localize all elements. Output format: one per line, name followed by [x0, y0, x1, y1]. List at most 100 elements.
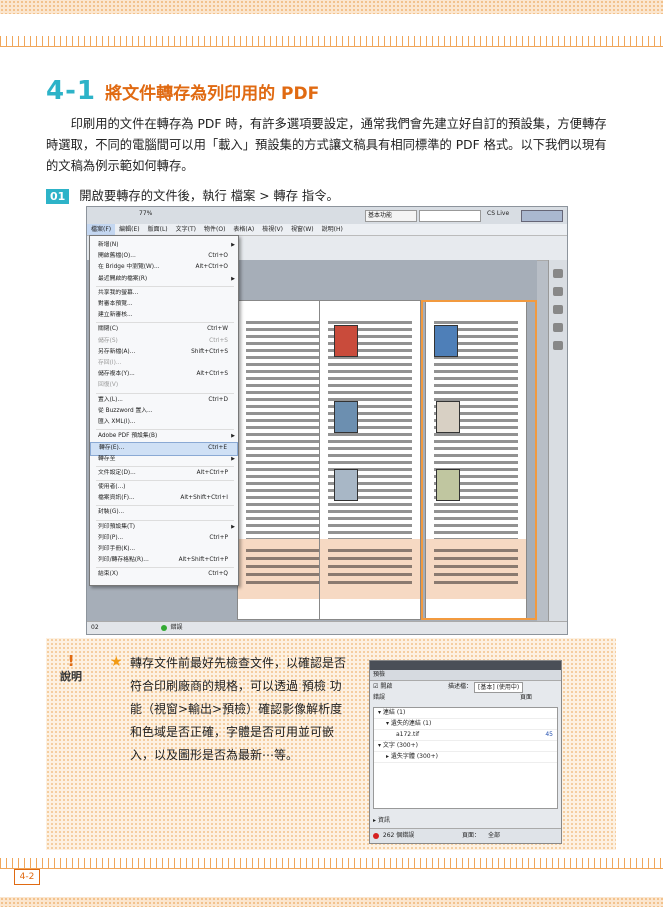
- preflight-tree-item[interactable]: ▸ 遺失字體 (300+): [374, 752, 557, 763]
- step-instruction: 01 開啟要轉存的文件後，執行 檔案 > 轉存 指令。: [46, 186, 339, 204]
- file-menu-item[interactable]: 共享我的螢幕...: [90, 288, 238, 299]
- search-input[interactable]: [419, 210, 481, 222]
- file-menu-item[interactable]: 對審本預覽...: [90, 299, 238, 310]
- profile-select[interactable]: [基本] (使用中): [474, 682, 524, 693]
- menu-item-label: 列印(P)...: [98, 534, 124, 541]
- pages-all-radio[interactable]: 全部: [488, 829, 500, 843]
- info-label[interactable]: 資訊: [378, 817, 390, 824]
- col-error-header[interactable]: 錯誤: [373, 694, 385, 701]
- menubar-item[interactable]: 版面(L): [144, 224, 172, 235]
- menu-item-label: 置入(L)...: [98, 396, 123, 403]
- menu-item-shortcut: Alt+Shift+Ctrl+P: [178, 557, 228, 564]
- preflight-tree-item[interactable]: ▾ 連結 (1): [374, 708, 557, 719]
- file-menu-item[interactable]: 列印/轉存格點(R)... Alt+Shift+Ctrl+P: [90, 555, 238, 566]
- file-menu-item[interactable]: 檔案資訊(F)... Alt+Shift+Ctrl+I: [90, 493, 238, 504]
- pages-icon[interactable]: [553, 269, 563, 278]
- menubar-item[interactable]: 表格(A): [229, 224, 258, 235]
- error-dot-icon: [373, 832, 379, 839]
- menu-item-shortcut: Ctrl+S: [209, 337, 228, 344]
- menu-separator: [96, 429, 234, 431]
- window-controls[interactable]: [521, 210, 563, 222]
- menu-item-label: 儲存(S): [98, 337, 118, 344]
- file-menu-item[interactable]: 關閉(C) Ctrl+W: [90, 324, 238, 335]
- file-menu-item[interactable]: 儲存(S) Ctrl+S: [90, 336, 238, 347]
- file-menu-item[interactable]: 新增(N) ▶: [90, 240, 238, 251]
- zoom-level[interactable]: 77%: [139, 210, 152, 217]
- menu-item-label: 列印預設集(T): [98, 523, 136, 530]
- menu-separator: [96, 505, 234, 507]
- file-menu-item[interactable]: 存回(I)...: [90, 358, 238, 369]
- submenu-arrow-icon: ▶: [231, 242, 235, 248]
- file-menu-item[interactable]: 另存新檔(A)... Shift+Ctrl+S: [90, 347, 238, 358]
- tree-item-label: ▸ 遺失字體 (300+): [386, 753, 438, 760]
- note-label: 說明: [60, 670, 82, 683]
- note-badge: ! 說明: [56, 654, 86, 684]
- panel-tab[interactable]: 預檢: [370, 670, 561, 681]
- menubar-item[interactable]: 物件(O): [200, 224, 229, 235]
- file-menu-item[interactable]: 從 Buzzword 置入...: [90, 406, 238, 417]
- menu-item-label: 匯入 XML(I)...: [98, 419, 136, 425]
- cs-live-button[interactable]: CS Live: [487, 210, 509, 217]
- exclamation-icon: !: [67, 652, 75, 670]
- menu-item-label: 關閉(C): [98, 326, 119, 333]
- preflight-on-label: 開啟: [380, 683, 393, 690]
- preflight-tree-item[interactable]: a172.tif 45: [374, 730, 557, 741]
- menu-item-label: 列印手冊(K)...: [98, 546, 136, 552]
- status-dot-icon: [160, 624, 169, 631]
- section-number: 4-1: [46, 76, 96, 106]
- tree-item-page[interactable]: 45: [545, 730, 553, 740]
- file-menu-item[interactable]: 最近開啟的檔案(R) ▶: [90, 274, 238, 285]
- menu-separator: [96, 567, 234, 569]
- menubar-item[interactable]: 視窗(W): [287, 224, 318, 235]
- menu-item-label: 封裝(G)...: [98, 509, 125, 516]
- menubar-item[interactable]: 文字(T): [172, 224, 200, 235]
- stroke-icon[interactable]: [553, 305, 563, 314]
- tree-item-label: ▾ 文字 (300+): [378, 742, 418, 749]
- note-box: ! 說明 ★ 轉存文件前最好先檢查文件，以確認是否符合印刷廠商的規格，可以透過 …: [46, 638, 616, 850]
- page-field[interactable]: 02: [91, 624, 99, 631]
- file-menu-item[interactable]: 開啟舊檔(O)... Ctrl+O: [90, 251, 238, 262]
- list-header: 錯誤 頁面: [370, 693, 561, 703]
- expand-icon[interactable]: ▸: [373, 817, 376, 824]
- menu-item-label: 新增(N): [98, 242, 119, 248]
- workspace-switcher[interactable]: 基本功能: [365, 210, 417, 222]
- file-menu-item[interactable]: 儲存複本(Y)... Alt+Ctrl+S: [90, 369, 238, 380]
- checkbox-icon[interactable]: ☑: [373, 683, 378, 690]
- menubar-item[interactable]: 說明(H): [318, 224, 347, 235]
- file-menu-item[interactable]: 匯入 XML(I)...: [90, 417, 238, 428]
- file-menu-item[interactable]: 列印預設集(T) ▶: [90, 522, 238, 533]
- file-menu-item[interactable]: 使用者(...): [90, 482, 238, 493]
- file-menu-item[interactable]: 列印手冊(K)...: [90, 544, 238, 555]
- menubar-item[interactable]: 檔案(F): [87, 224, 116, 235]
- menubar-item[interactable]: 檢視(V): [258, 224, 287, 235]
- file-menu-item[interactable]: Adobe PDF 預設集(B) ▶: [90, 431, 238, 442]
- preflight-tree-item[interactable]: ▾ 文字 (300+): [374, 741, 557, 752]
- menu-separator: [96, 480, 234, 481]
- panel-header: [370, 661, 561, 670]
- file-menu-item[interactable]: 封裝(G)...: [90, 507, 238, 518]
- file-menu-item[interactable]: 在 Bridge 中瀏覽(W)... Alt+Ctrl+O: [90, 262, 238, 273]
- swatches-icon[interactable]: [553, 341, 563, 350]
- file-menu-item[interactable]: 文件設定(D)... Alt+Ctrl+P: [90, 468, 238, 479]
- col-page-header[interactable]: 頁面: [520, 693, 532, 703]
- menu-separator: [96, 519, 234, 521]
- file-menu-item[interactable]: 列印(P)... Ctrl+P: [90, 533, 238, 544]
- menubar-item[interactable]: 編輯(E): [115, 224, 143, 235]
- links-icon[interactable]: [553, 287, 563, 296]
- file-menu-item[interactable]: 結束(X) Ctrl+Q: [90, 569, 238, 580]
- file-menu-item[interactable]: 回復(V): [90, 380, 238, 391]
- preflight-tree-item[interactable]: ▾ 遺失的連結 (1): [374, 719, 557, 730]
- menu-separator: [96, 285, 234, 287]
- file-menu-item[interactable]: 置入(L)... Ctrl+D: [90, 395, 238, 406]
- color-icon[interactable]: [553, 323, 563, 332]
- menu-item-label: 建立新審核...: [98, 312, 133, 319]
- menu-item-shortcut: Alt+Ctrl+S: [196, 371, 228, 378]
- page-left: [237, 300, 331, 620]
- app-titlebar: 77% 基本功能 CS Live: [87, 207, 567, 225]
- file-menu-item[interactable]: 建立新審核...: [90, 310, 238, 321]
- menu-item-label: 轉存至: [98, 455, 116, 462]
- file-menu-item[interactable]: 轉存至 ▶: [90, 454, 238, 465]
- menu-item-shortcut: Ctrl+P: [209, 534, 228, 541]
- status-errors[interactable]: 錯誤: [170, 624, 182, 631]
- menu-item-label: 結束(X): [98, 571, 119, 578]
